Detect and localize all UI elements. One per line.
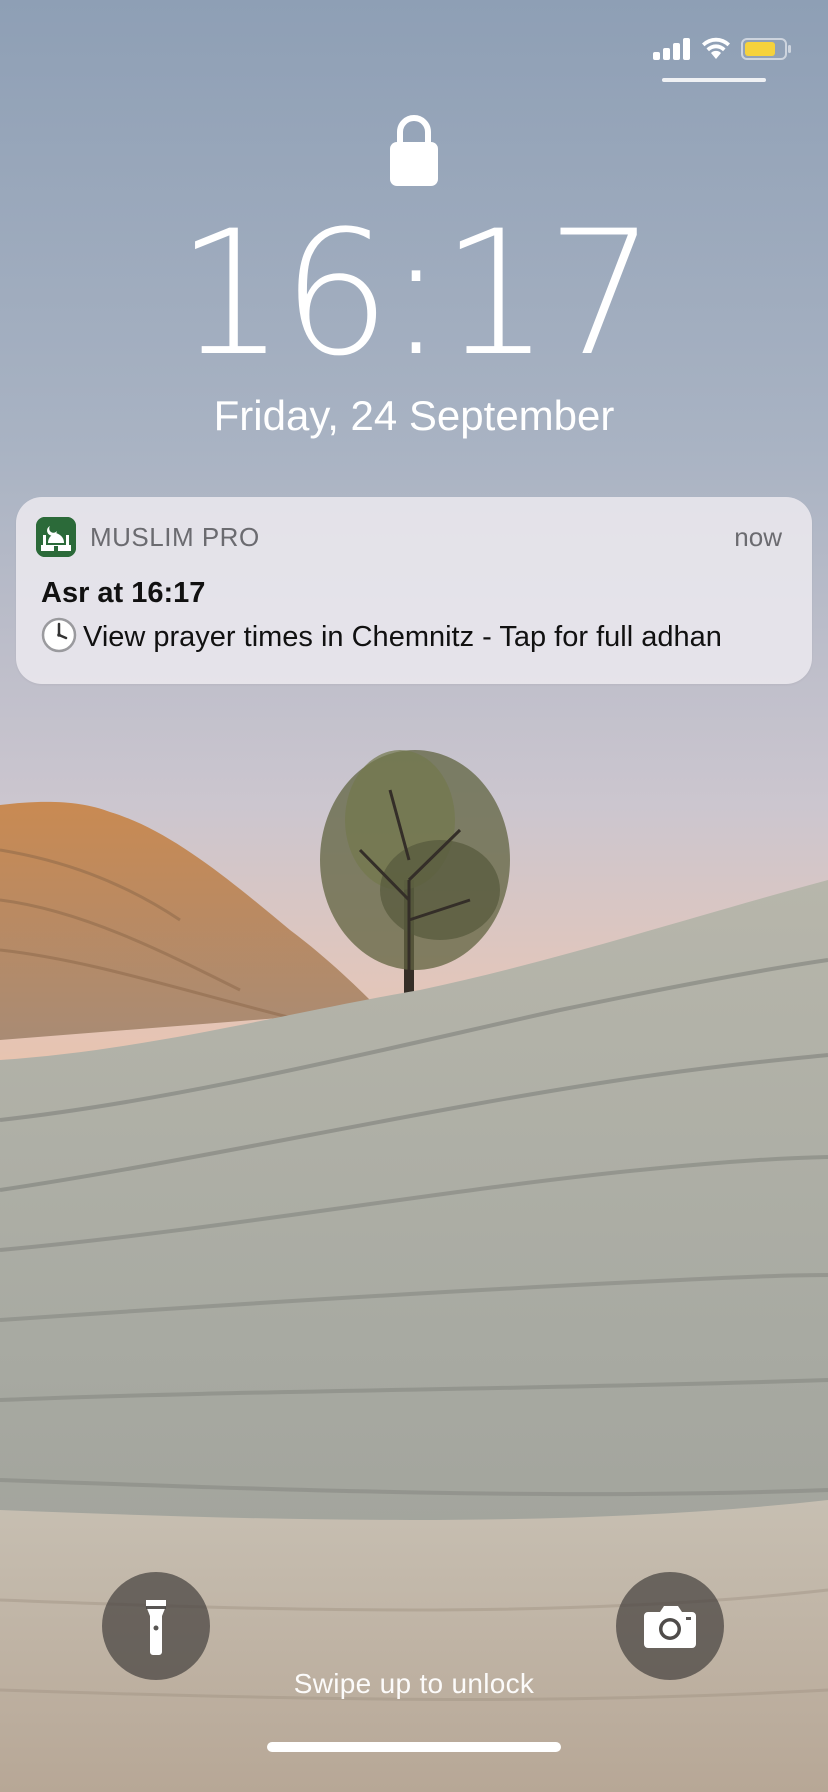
camera-button[interactable] xyxy=(616,1572,724,1680)
clock-emoji xyxy=(41,617,77,653)
camera-icon xyxy=(644,1606,696,1648)
home-indicator[interactable] xyxy=(267,1742,561,1752)
notification-title: Asr at 16:17 xyxy=(41,577,206,609)
battery-icon xyxy=(741,38,791,60)
flashlight-button[interactable] xyxy=(102,1572,210,1680)
notification-app-name: MUSLIM PRO xyxy=(90,522,260,552)
notification-card[interactable]: MUSLIM PRO now Asr at 16:17 View prayer … xyxy=(16,497,812,684)
lock-screen: 16:17 Friday, 24 September MUSLIM PRO no… xyxy=(0,0,828,1792)
status-bar-indicator xyxy=(662,78,766,82)
wifi-icon xyxy=(702,37,730,59)
status-bar xyxy=(0,0,828,90)
muslim-pro-app-icon xyxy=(36,517,76,557)
notification-time: now xyxy=(734,522,782,552)
flashlight-icon xyxy=(146,1600,166,1655)
lock-icon xyxy=(390,115,438,186)
notification-body-text: View prayer times in Chemnitz - Tap for … xyxy=(83,621,722,653)
notification-body: View prayer times in Chemnitz - Tap for … xyxy=(41,617,722,656)
lock-screen-time: 16:17 xyxy=(176,193,656,394)
lock-screen-date: Friday, 24 September xyxy=(213,392,615,439)
swipe-up-hint: Swipe up to unlock xyxy=(293,1668,535,1699)
cellular-signal-icon xyxy=(653,38,691,60)
